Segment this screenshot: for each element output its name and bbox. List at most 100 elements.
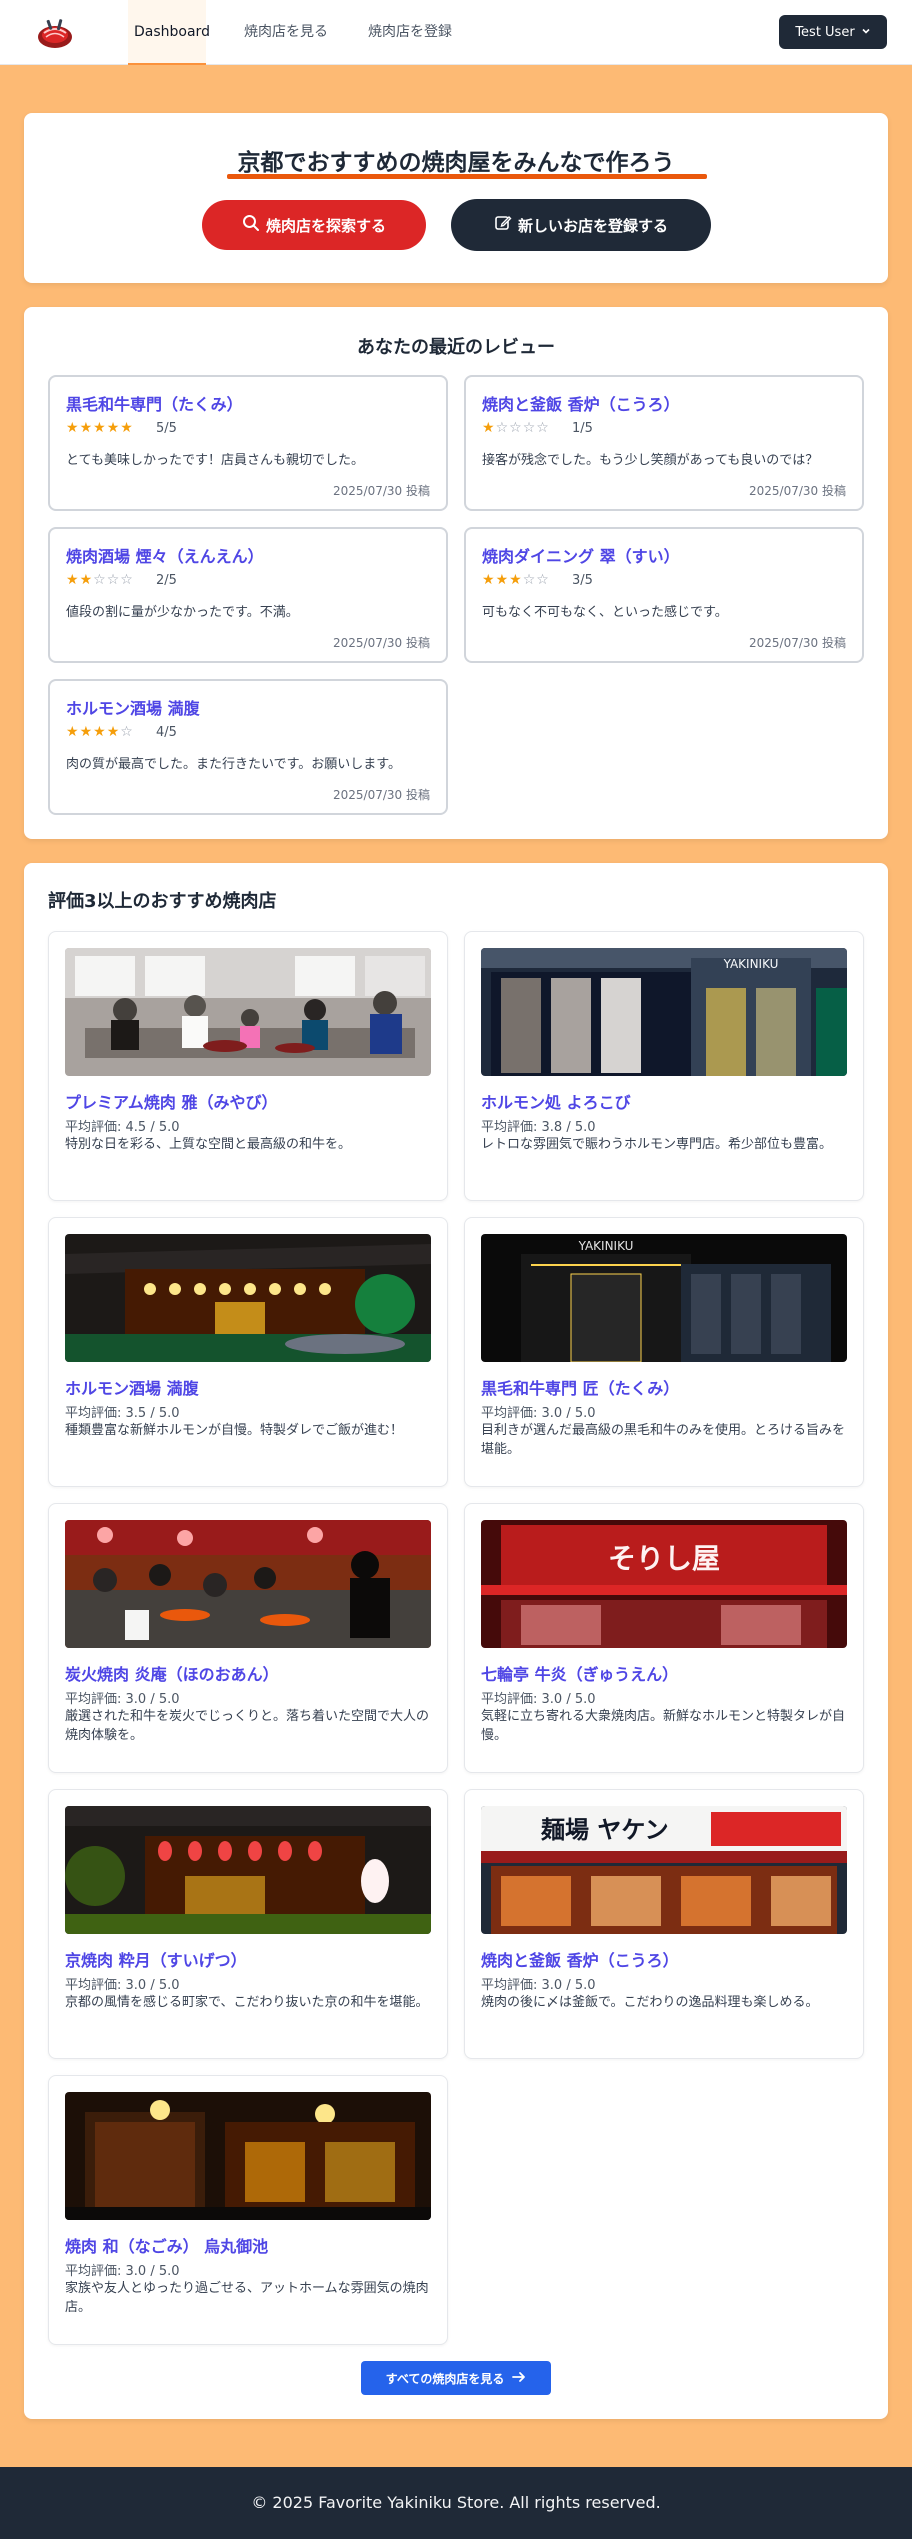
shop-card[interactable]: プレミアム焼肉 雅（みやび） 平均評価: 4.5 / 5.0 特別な日を彩る、上… (48, 931, 448, 1201)
shop-name[interactable]: 京焼肉 粋月（すいげつ） (65, 1947, 247, 1971)
hero-card: 京都でおすすめの焼肉屋をみんなで作ろう 焼肉店を探索する 新しいお店を登録する (24, 113, 888, 283)
shop-card[interactable]: 焼肉 和（なごみ） 烏丸御池 平均評価: 3.0 / 5.0 家族や友人とゆった… (48, 2075, 448, 2345)
shop-photo[interactable] (65, 1806, 431, 1934)
review-comment: 肉の質が最高でした。また行きたいです。お願いします。 (66, 757, 402, 772)
nav-browse-shops[interactable]: 焼肉店を見る (244, 0, 328, 65)
shop-photo[interactable] (65, 1520, 431, 1648)
shop-card[interactable]: YAKINIKU ホルモン処 よろこび 平均評価: 3.8 / 5.0 レトロな… (464, 931, 864, 1201)
recent-reviews-title: あなたの最近のレビュー (357, 337, 555, 358)
review-rating: 2/5 (156, 573, 177, 588)
review-comment: 接客が残念でした。もう少し笑顔があっても良いのでは？ (482, 453, 819, 468)
recommended-shops-title: 評価3以上のおすすめ焼肉店 (48, 891, 277, 912)
shop-photo[interactable]: YAKINIKU (481, 1234, 847, 1362)
shop-name[interactable]: プレミアム焼肉 雅（みやび） (65, 1089, 277, 1113)
star-empty-icon: ☆ (522, 572, 537, 588)
star-filled-icon: ★ (66, 572, 80, 588)
shop-card[interactable]: YAKINIKU 黒毛和牛専門 匠（たくみ） 平均評価: 3.0 / 5.0 目… (464, 1217, 864, 1487)
shop-description: 気軽に立ち寄れる大衆焼肉店。新鮮なホルモンと特製タレが自慢。 (481, 1709, 846, 1743)
review-shop-name[interactable]: 黒毛和牛専門（たくみ） (66, 391, 243, 415)
review-shop-name[interactable]: 焼肉酒場 煙々（えんえん） (66, 543, 264, 567)
review-comment: とても美味しかったです！店員さんも親切でした。 (66, 453, 364, 468)
user-name: Test User (795, 24, 855, 40)
shop-average-rating: 平均評価: 3.0 / 5.0 (65, 2264, 180, 2279)
review-shop-name[interactable]: 焼肉ダイニング 翠（すい） (482, 543, 680, 567)
star-rating-icons: ★★☆☆☆ (66, 572, 134, 588)
star-rating-icons: ★★★☆☆ (482, 572, 550, 588)
shop-photo[interactable]: そりし屋 (481, 1520, 847, 1648)
shop-photo[interactable]: YAKINIKU (481, 948, 847, 1076)
review-shop-name[interactable]: 焼肉と釜飯 香炉（こうろ） (482, 391, 680, 415)
shop-name[interactable]: 黒毛和牛専門 匠（たくみ） (481, 1375, 679, 1399)
shop-name[interactable]: 七輪亭 牛炎（ぎゅうえん） (481, 1661, 678, 1685)
star-filled-icon: ★ (79, 572, 94, 588)
shop-description: 焼肉の後に〆は釜飯で。こだわりの逸品料理も楽しめる。 (481, 1995, 819, 2010)
shop-card[interactable]: ホルモン酒場 満腹 平均評価: 3.5 / 5.0 種類豊富な新鮮ホルモンが自慢… (48, 1217, 448, 1487)
review-card[interactable]: 焼肉と釜飯 香炉（こうろ） ★☆☆☆☆ 1/5 接客が残念でした。もう少し笑顔が… (464, 375, 864, 511)
shop-average-rating: 平均評価: 3.8 / 5.0 (481, 1120, 596, 1135)
user-menu-button[interactable]: Test User (779, 15, 887, 49)
review-card[interactable]: 焼肉酒場 煙々（えんえん） ★★☆☆☆ 2/5 値段の割に量が少なかったです。不… (48, 527, 448, 663)
shop-card[interactable]: 炭火焼肉 炎庵（ほのおあん） 平均評価: 3.0 / 5.0 厳選された和牛を炭… (48, 1503, 448, 1773)
review-rating: 5/5 (156, 421, 177, 436)
star-empty-icon: ☆ (106, 572, 121, 588)
view-all-shops-button[interactable]: すべての焼肉店を見る (361, 2361, 551, 2395)
review-card[interactable]: 黒毛和牛専門（たくみ） ★★★★★ 5/5 とても美味しかったです！店員さんも親… (48, 375, 448, 511)
star-filled-icon: ★ (482, 420, 496, 436)
star-filled-icon: ★ (66, 420, 80, 436)
star-filled-icon: ★ (482, 572, 496, 588)
review-date: 2025/07/30 投稿 (333, 636, 430, 650)
explore-shops-label: 焼肉店を探索する (265, 216, 386, 235)
star-filled-icon: ★ (93, 724, 107, 740)
review-rating: 4/5 (156, 725, 177, 740)
star-rating-icons: ★★★★★ (66, 420, 134, 436)
shop-name[interactable]: ホルモン酒場 満腹 (65, 1375, 199, 1399)
shop-card[interactable]: そりし屋 七輪亭 牛炎（ぎゅうえん） 平均評価: 3.0 / 5.0 気軽に立ち… (464, 1503, 864, 1773)
star-filled-icon: ★ (106, 724, 121, 740)
star-empty-icon: ☆ (536, 420, 550, 436)
shop-description: 目利きが選んだ最高級の黒毛和牛のみを使用。とろける旨みを堪能。 (481, 1423, 846, 1457)
shop-name[interactable]: 炭火焼肉 炎庵（ほのおあん） (65, 1661, 279, 1685)
star-filled-icon: ★ (79, 420, 94, 436)
review-shop-name[interactable]: ホルモン酒場 満腹 (66, 695, 200, 719)
review-rating: 3/5 (572, 573, 593, 588)
shop-average-rating: 平均評価: 3.0 / 5.0 (481, 1978, 596, 1993)
review-date: 2025/07/30 投稿 (749, 484, 846, 498)
shop-card[interactable]: 京焼肉 粋月（すいげつ） 平均評価: 3.0 / 5.0 京都の風情を感じる町家… (48, 1789, 448, 2059)
recommended-shops-section: 評価3以上のおすすめ焼肉店 プレミアム焼肉 雅（みやび） 平均評価: 4.5 /… (24, 863, 888, 2419)
recent-reviews-section: あなたの最近のレビュー 黒毛和牛専門（たくみ） ★★★★★ 5/5 とても美味し… (24, 307, 888, 839)
shop-average-rating: 平均評価: 3.0 / 5.0 (65, 1978, 180, 1993)
star-filled-icon: ★ (93, 420, 107, 436)
shop-description: 種類豊富な新鮮ホルモンが自慢。特製ダレでご飯が進む！ (65, 1423, 404, 1438)
review-date: 2025/07/30 投稿 (333, 788, 430, 802)
shop-description: 厳選された和牛を炭火でじっくりと。落ち着いた空間で大人の焼肉体験を。 (65, 1709, 430, 1743)
shop-name[interactable]: 焼肉 和（なごみ） 烏丸御池 (65, 2233, 268, 2257)
shop-average-rating: 平均評価: 3.0 / 5.0 (481, 1406, 596, 1421)
nav-register-shop[interactable]: 焼肉店を登録 (368, 0, 452, 65)
review-card[interactable]: ホルモン酒場 満腹 ★★★★☆ 4/5 肉の質が最高でした。また行きたいです。お… (48, 679, 448, 815)
shop-description: 特別な日を彩る、上質な空間と最高級の和牛を。 (65, 1137, 352, 1152)
logo-icon[interactable] (34, 15, 76, 51)
shop-average-rating: 平均評価: 3.0 / 5.0 (481, 1692, 596, 1707)
shop-name[interactable]: 焼肉と釜飯 香炉（こうろ） (481, 1947, 679, 1971)
shop-card[interactable]: 麺場 ヤケン 焼肉と釜飯 香炉（こうろ） 平均評価: 3.0 / 5.0 焼肉の… (464, 1789, 864, 2059)
star-empty-icon: ☆ (509, 420, 523, 436)
star-filled-icon: ★ (120, 420, 134, 436)
star-filled-icon: ★ (79, 724, 94, 740)
footer-copyright: © 2025 Favorite Yakiniku Store. All righ… (251, 2493, 661, 2512)
nav-dashboard[interactable]: Dashboard (128, 0, 210, 65)
review-date: 2025/07/30 投稿 (749, 636, 846, 650)
review-date: 2025/07/30 投稿 (333, 484, 430, 498)
star-empty-icon: ☆ (522, 420, 537, 436)
explore-shops-button[interactable]: 焼肉店を探索する (202, 200, 426, 250)
chevron-down-icon (861, 25, 871, 40)
shop-photo[interactable] (65, 2092, 431, 2220)
review-card[interactable]: 焼肉ダイニング 翠（すい） ★★★☆☆ 3/5 可もなく不可もなく、といった感じ… (464, 527, 864, 663)
shop-photo[interactable]: 麺場 ヤケン (481, 1806, 847, 1934)
star-empty-icon: ☆ (536, 572, 550, 588)
storefront-sign: そりし屋 (608, 1542, 720, 1575)
shop-photo[interactable] (65, 1234, 431, 1362)
title-underline (227, 174, 707, 179)
shop-name[interactable]: ホルモン処 よろこび (481, 1089, 631, 1113)
shop-photo[interactable] (65, 948, 431, 1076)
register-shop-button[interactable]: 新しいお店を登録する (451, 199, 711, 251)
